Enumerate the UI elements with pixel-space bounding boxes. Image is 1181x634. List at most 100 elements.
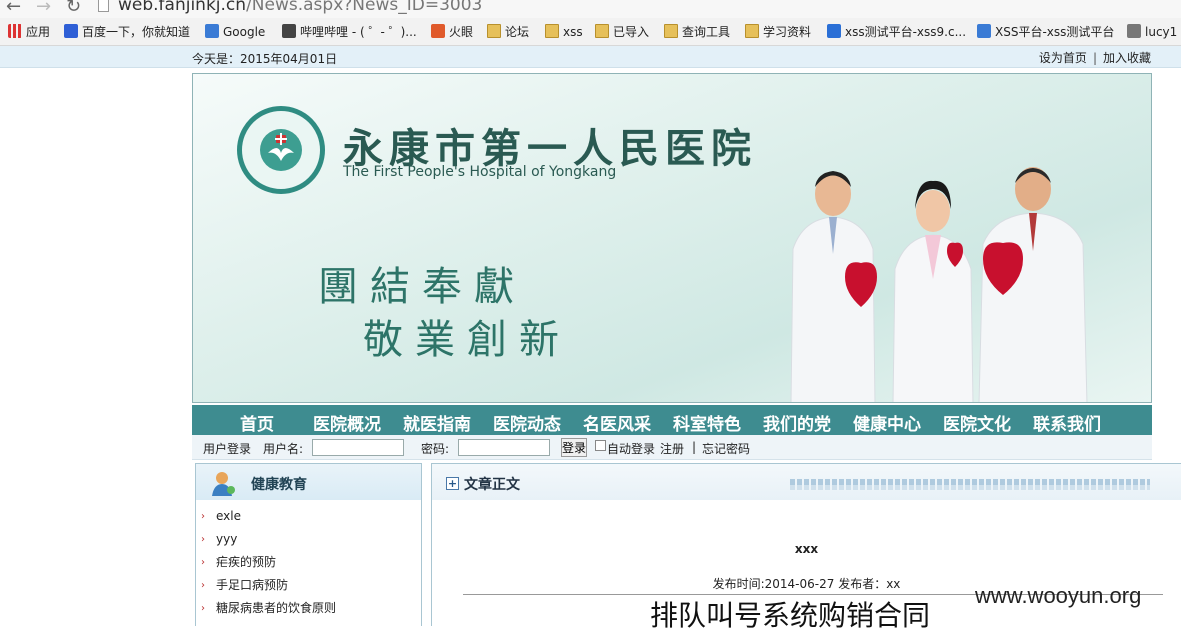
bookmark-item[interactable]: 已导入	[595, 23, 649, 41]
bookmark-label: 百度一下，你就知道	[82, 25, 191, 39]
main-navigation: 首页 医院概况 就医指南 医院动态 名医风采 科室特色 我们的党 健康中心 医院文化 联系我们	[192, 405, 1152, 435]
chevron-right-icon: ›	[201, 603, 205, 614]
article-body-text: 排队叫号系统购销合同	[650, 599, 931, 632]
list-item-label: yyy	[216, 532, 238, 546]
login-separator: |	[692, 440, 697, 454]
bookmark-label: 查询工具	[682, 25, 731, 39]
bookmark-item[interactable]: lucy1	[1127, 23, 1177, 41]
login-button[interactable]: 登录	[561, 438, 587, 457]
bookmark-item[interactable]: 火眼	[431, 23, 473, 41]
chevron-right-icon: ›	[201, 534, 205, 545]
list-item[interactable]: › exle	[196, 508, 336, 531]
nav-item[interactable]: 我们的党	[763, 410, 831, 435]
bookmark-item[interactable]: 查询工具	[664, 23, 730, 41]
bookmark-label: 已导入	[613, 25, 650, 39]
nav-item[interactable]: 健康中心	[853, 410, 921, 435]
slogan-line-1: 團結奉獻	[318, 264, 526, 310]
nav-item[interactable]: 医院动态	[493, 410, 561, 435]
link-separator: |	[1092, 51, 1097, 65]
list-item[interactable]: › yyy	[196, 531, 336, 554]
browser-toolbar: ← → ↻ web.fanjinkj.cn/News.aspx?News_ID=…	[0, 0, 1181, 18]
nav-item[interactable]: 医院文化	[943, 410, 1011, 435]
list-item[interactable]: › 疟疾的预防	[196, 554, 336, 577]
health-education-panel: 健康教育 › exle › yyy › 疟疾的预防 › 手足口病预防 › 糖尿病患者的饮食原则	[195, 463, 422, 626]
nav-item[interactable]: 联系我们	[1033, 410, 1101, 435]
bookmark-label: xss	[563, 25, 583, 39]
username-label: 用户名:	[263, 442, 304, 456]
folder-icon	[745, 24, 759, 38]
list-item-label: 疟疾的预防	[216, 555, 277, 569]
bookmark-item[interactable]: 论坛	[487, 23, 529, 41]
register-link[interactable]: 注册	[660, 440, 684, 457]
user-icon	[212, 472, 235, 496]
nav-item[interactable]: 就医指南	[403, 410, 471, 435]
article-panel-title: 文章正文	[464, 477, 520, 493]
back-arrow-icon[interactable]: ←	[6, 0, 21, 17]
page-icon	[98, 0, 109, 12]
folder-icon	[664, 24, 678, 38]
star-icon	[1127, 24, 1141, 38]
list-item-label: 糖尿病患者的饮食原则	[216, 601, 337, 615]
decorative-dots	[790, 485, 1150, 490]
fire-eye-icon	[431, 24, 445, 38]
bookmark-item[interactable]: 学习资料	[745, 23, 811, 41]
folder-icon	[545, 24, 559, 38]
password-input[interactable]	[458, 439, 550, 456]
bookmark-item[interactable]: 哔哩哔哩 - ( ゜- ゜)...	[282, 23, 417, 41]
address-bar[interactable]: web.fanjinkj.cn/News.aspx?News_ID=3003	[118, 0, 482, 15]
article-title: xxx	[794, 542, 819, 556]
bookmark-item[interactable]: xss	[545, 23, 583, 41]
set-homepage-link[interactable]: 设为首页	[1039, 51, 1087, 65]
nav-item[interactable]: 首页	[240, 410, 274, 435]
list-item-label: exle	[216, 509, 241, 523]
chevron-right-icon: ›	[201, 511, 205, 522]
folder-icon	[487, 24, 501, 38]
today-date: 今天是：2015年04月01日	[192, 52, 338, 66]
add-favorite-link[interactable]: 加入收藏	[1103, 51, 1151, 65]
bookmark-label: 学习资料	[763, 25, 812, 39]
bookmark-item[interactable]: 应用	[8, 23, 50, 41]
forward-arrow-icon[interactable]: →	[36, 0, 51, 17]
bookmark-label: 论坛	[505, 25, 530, 39]
bookmark-item[interactable]: 百度一下，你就知道	[64, 23, 190, 41]
google-icon	[977, 24, 991, 38]
bookmark-label: Google	[223, 25, 266, 39]
nav-item[interactable]: 名医风采	[583, 410, 651, 435]
list-item-label: 手足口病预防	[216, 578, 289, 592]
bookmark-item[interactable]: xss测试平台-xss9.c...	[827, 23, 966, 41]
chevron-right-icon: ›	[201, 580, 205, 591]
list-item[interactable]: › 糖尿病患者的饮食原则	[196, 600, 336, 623]
list-item[interactable]: › 手足口病预防	[196, 577, 336, 600]
health-article-list: › exle › yyy › 疟疾的预防 › 手足口病预防 › 糖尿病患者的饮食原则	[196, 508, 336, 623]
watermark: www.wooyun.org	[975, 583, 1142, 608]
bookmark-item[interactable]: XSS平台-xss测试平台	[977, 23, 1114, 41]
reload-icon[interactable]: ↻	[66, 0, 81, 17]
user-login-label: 用户登录	[203, 442, 252, 456]
url-path: /News.aspx?News_ID=3003	[246, 0, 483, 15]
bookmark-item[interactable]: Google	[205, 23, 265, 41]
hospital-banner: 永康市第一人民医院 The First People's Hospital of…	[192, 73, 1152, 403]
top-date-bar: 今天是：2015年04月01日 设为首页 | 加入收藏	[0, 46, 1181, 68]
bookmark-label: XSS平台-xss测试平台	[995, 25, 1115, 39]
auto-login-checkbox[interactable]	[595, 440, 606, 451]
forgot-password-link[interactable]: 忘记密码	[702, 440, 750, 457]
doctors-illustration	[790, 167, 1088, 402]
bookmark-label: lucy1	[1145, 25, 1178, 39]
chevron-right-icon: ›	[201, 557, 205, 568]
apps-grid-icon	[8, 24, 22, 38]
url-host: web.fanjinkj.cn	[118, 0, 247, 15]
plus-icon: +	[446, 477, 459, 490]
nav-item[interactable]: 医院概况	[313, 410, 381, 435]
hospital-name-en: The First People's Hospital of Yongkang	[343, 164, 617, 180]
panel-header: 健康教育	[196, 464, 421, 500]
nav-item[interactable]: 科室特色	[673, 410, 741, 435]
bilibili-tv-icon	[282, 24, 296, 38]
baidu-paw-icon	[64, 24, 78, 38]
hospital-logo	[237, 106, 325, 194]
bookmark-label: 应用	[26, 25, 51, 39]
username-input[interactable]	[312, 439, 404, 456]
bookmark-label: xss测试平台-xss9.c...	[845, 25, 967, 39]
shield-icon	[827, 24, 841, 38]
dove-icon	[260, 129, 302, 171]
password-label: 密码:	[421, 442, 450, 456]
